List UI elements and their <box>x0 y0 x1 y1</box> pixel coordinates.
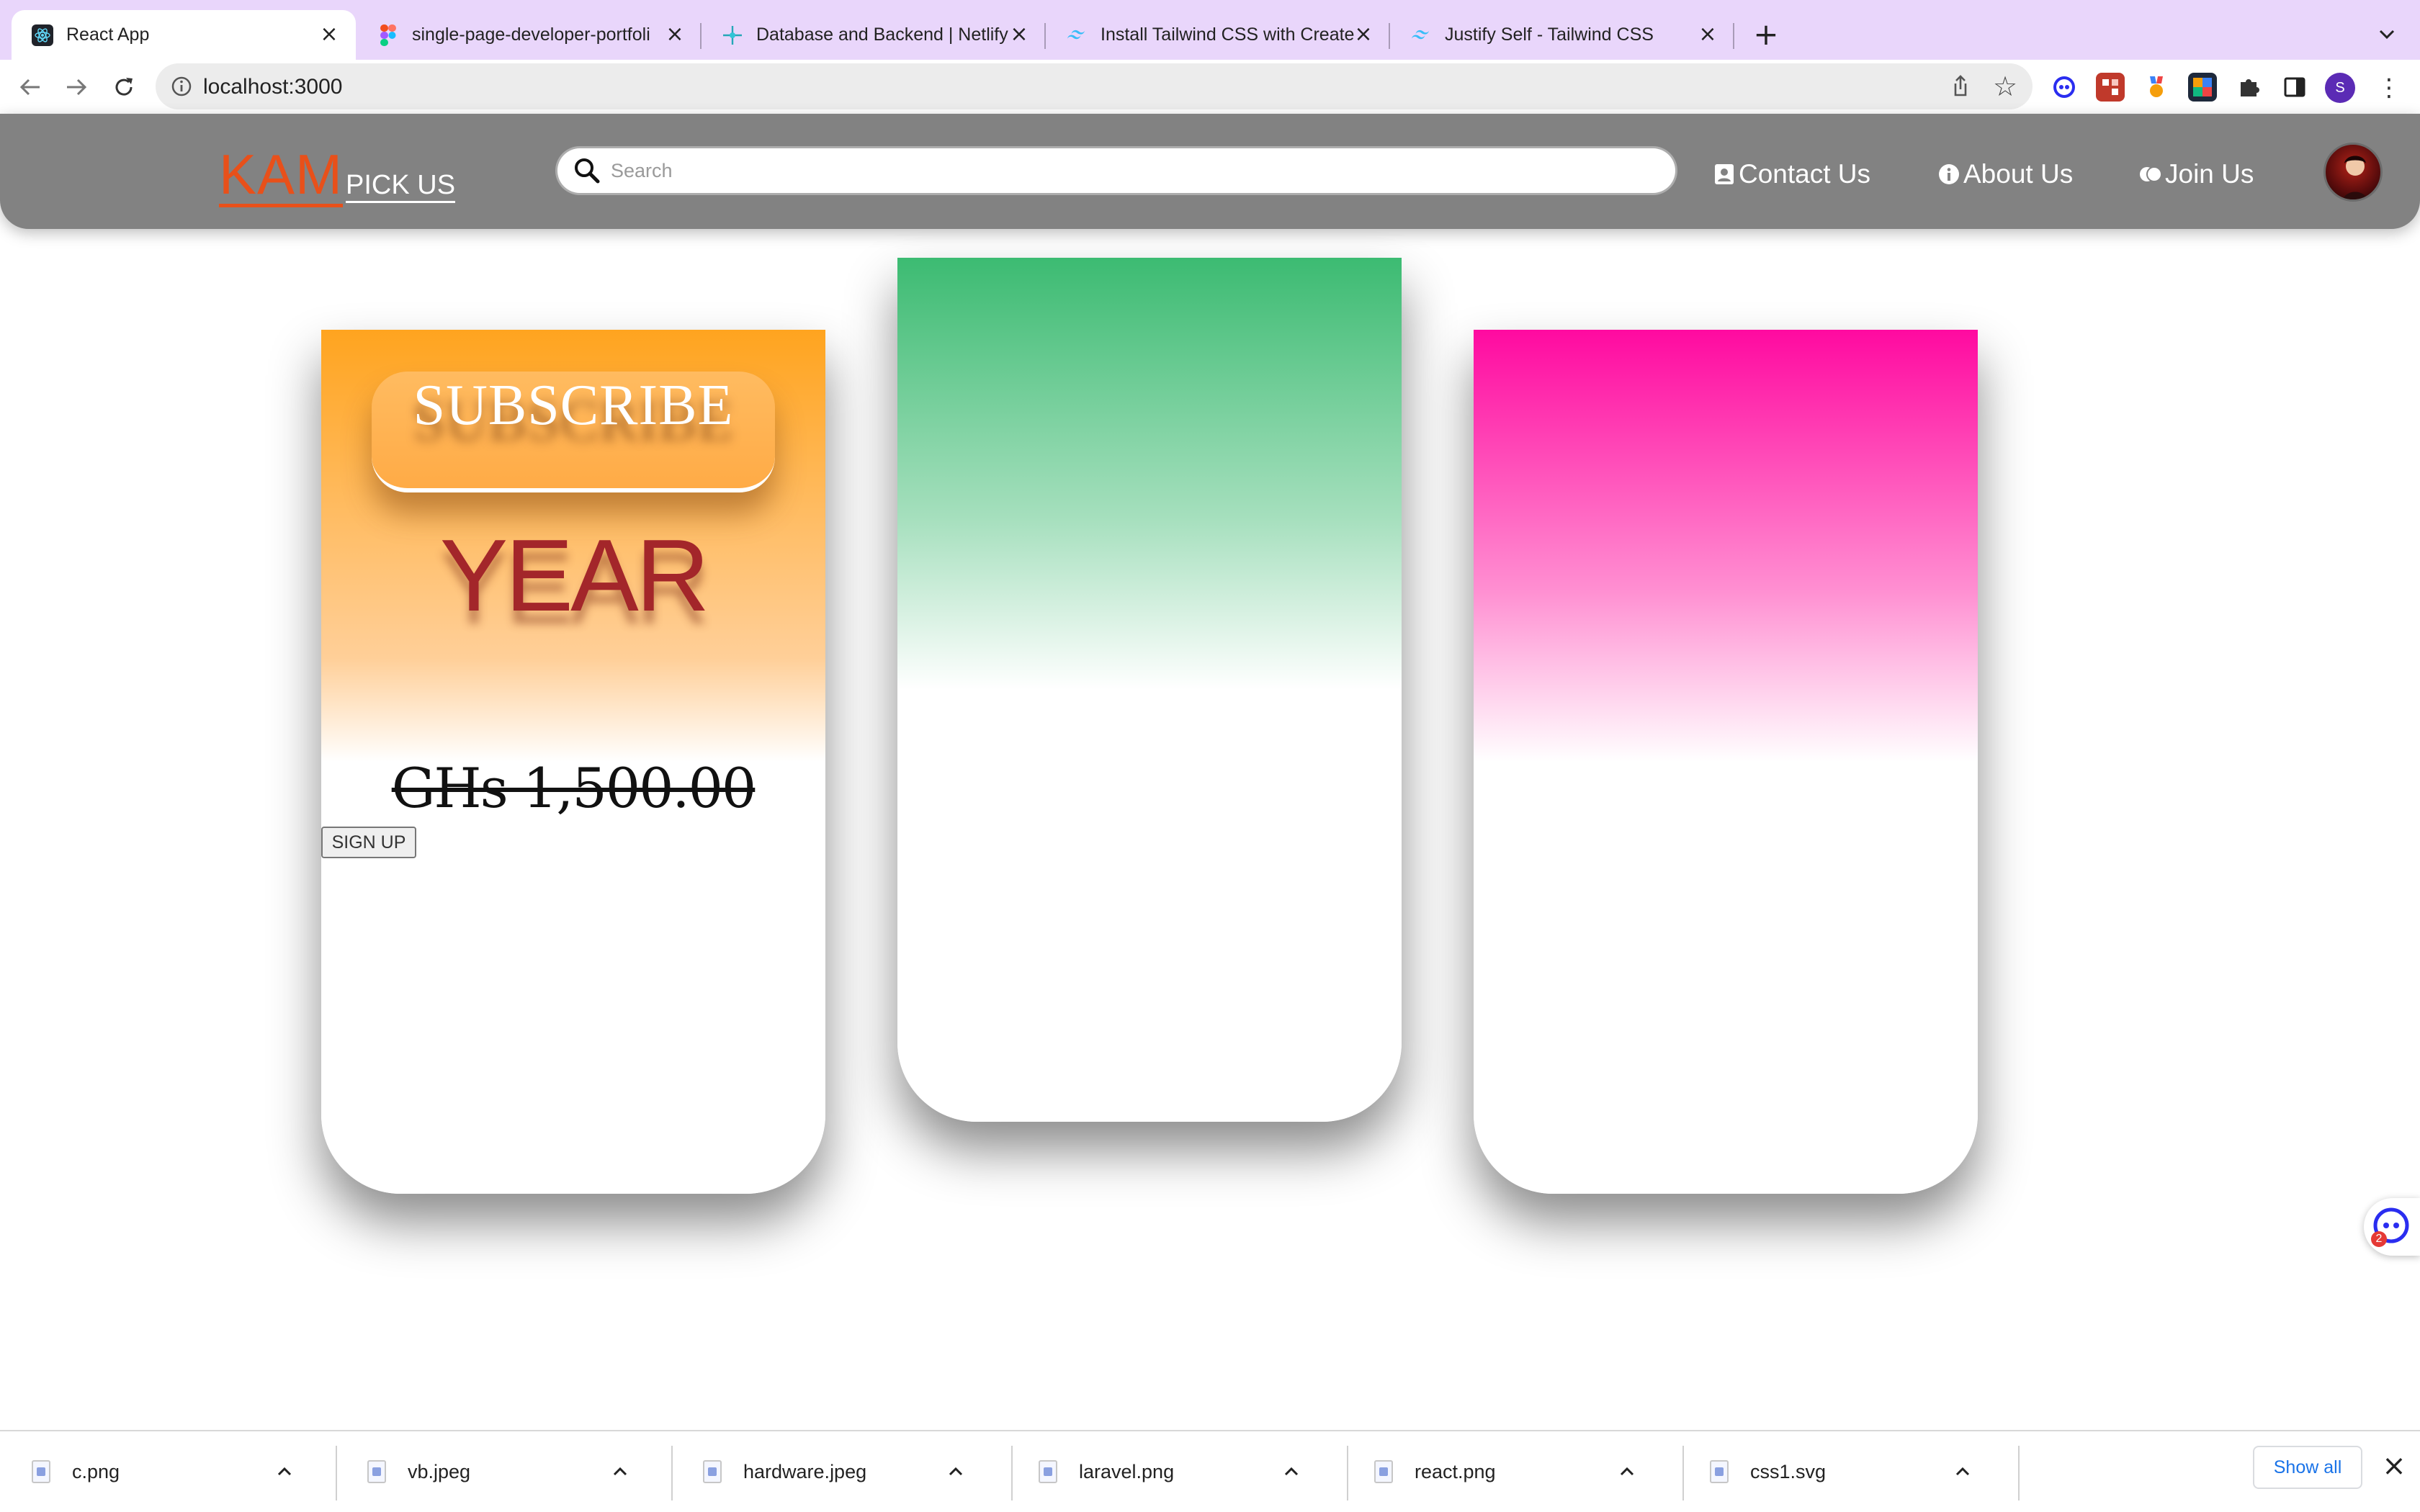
browser-toolbar: localhost:3000 ☆ S ⋮ <box>0 60 2420 114</box>
share-icon[interactable] <box>1948 73 1973 99</box>
chevron-up-icon[interactable] <box>1616 1461 1638 1482</box>
download-item[interactable]: hardware.jpeg <box>671 1443 967 1500</box>
tab-close-icon[interactable]: × <box>1008 24 1030 45</box>
browser-menu-icon[interactable]: ⋮ <box>2377 73 2401 103</box>
netlify-icon <box>722 24 743 46</box>
nav-label: Contact Us <box>1739 159 1871 189</box>
floating-assistant-button[interactable]: 2 <box>2364 1198 2420 1256</box>
tab-close-icon[interactable]: × <box>1353 24 1374 45</box>
tab-close-icon[interactable]: × <box>1697 24 1718 45</box>
assistant-badge: 2 <box>2371 1231 2387 1247</box>
file-icon <box>32 1460 50 1483</box>
extension-red-icon[interactable] <box>2096 73 2125 102</box>
file-icon <box>1374 1460 1393 1483</box>
chevron-up-icon[interactable] <box>274 1461 295 1482</box>
nav-label: Join Us <box>2165 159 2254 189</box>
tab-search-chevron-icon[interactable] <box>2374 22 2400 48</box>
forward-arrow-icon <box>67 78 87 96</box>
download-item[interactable]: laravel.png <box>1007 1443 1302 1500</box>
search-input[interactable] <box>611 157 1655 184</box>
info-icon <box>1937 163 1960 186</box>
site-logo[interactable]: KAM PICK US <box>219 143 456 207</box>
tab-close-icon[interactable]: × <box>318 24 340 45</box>
download-item[interactable]: css1.svg <box>1678 1443 1973 1500</box>
file-icon <box>1039 1460 1057 1483</box>
tab-tailwind-install[interactable]: Install Tailwind CSS with Create × <box>1046 10 1390 60</box>
download-filename: c.png <box>72 1460 120 1482</box>
tab-title: Database and Backend | Netlify <box>756 24 1008 45</box>
download-separator <box>2018 1446 2020 1500</box>
chevron-up-icon[interactable] <box>609 1461 631 1482</box>
browser-tab-strip: React App × single-page-developer-portfo… <box>0 0 2420 60</box>
profile-avatar[interactable]: S <box>2325 73 2355 103</box>
download-filename: css1.svg <box>1750 1460 1827 1482</box>
close-shelf-icon[interactable]: × <box>2381 1449 2407 1483</box>
logo-main-text: KAM <box>219 143 344 207</box>
react-icon <box>32 24 53 46</box>
new-tab-button[interactable]: + <box>1750 19 1782 50</box>
tab-netlify[interactable]: Database and Backend | Netlify × <box>702 10 1046 60</box>
file-icon <box>367 1460 386 1483</box>
download-item[interactable]: c.png <box>0 1443 295 1500</box>
user-avatar[interactable] <box>2323 143 2383 202</box>
address-bar[interactable]: localhost:3000 ☆ <box>156 63 2033 109</box>
logo-sub-text: PICK US <box>346 169 456 203</box>
site-header: KAM PICK US Contact Us About Us Join Us <box>0 114 2420 229</box>
plan-period: YEAR <box>439 518 710 633</box>
sign-up-button[interactable]: SIGN UP <box>321 827 416 858</box>
chevron-up-icon[interactable] <box>1281 1461 1302 1482</box>
extensions-puzzle-icon[interactable] <box>2234 73 2263 102</box>
nav-join-us[interactable]: Join Us <box>2139 158 2254 190</box>
nav-label: About Us <box>1963 159 2074 189</box>
download-item[interactable]: react.png <box>1343 1443 1638 1500</box>
reload-button[interactable] <box>107 70 141 104</box>
tab-figma-portfolio[interactable]: single-page-developer-portfoli × <box>357 10 702 60</box>
extension-medal-icon[interactable] <box>2142 73 2171 102</box>
side-panel-icon[interactable] <box>2280 73 2309 102</box>
download-filename: react.png <box>1415 1460 1496 1482</box>
chevron-up-icon[interactable] <box>945 1461 967 1482</box>
site-info-icon[interactable] <box>170 75 193 98</box>
downloads-shelf: c.png vb.jpeg hardware.jpeg laravel.png … <box>0 1430 2420 1512</box>
subscribe-text: SUBSCRIBE <box>413 374 734 437</box>
extension-colorful-icon[interactable] <box>2188 73 2217 102</box>
search-icon <box>575 158 600 184</box>
forward-button[interactable] <box>59 70 94 104</box>
show-all-downloads-button[interactable]: Show all <box>2253 1446 2362 1489</box>
tab-title: single-page-developer-portfoli <box>412 24 650 45</box>
download-filename: hardware.jpeg <box>743 1460 867 1482</box>
chevron-up-icon[interactable] <box>1952 1461 1973 1482</box>
tab-tailwind-justify[interactable]: Justify Self - Tailwind CSS × <box>1390 10 1734 60</box>
join-icon <box>2139 163 2162 186</box>
download-item[interactable]: vb.jpeg <box>336 1443 631 1500</box>
tailwind-icon <box>1410 24 1432 46</box>
address-url[interactable]: localhost:3000 <box>203 75 342 99</box>
download-filename: vb.jpeg <box>408 1460 471 1482</box>
file-icon <box>703 1460 722 1483</box>
tab-close-icon[interactable]: × <box>664 24 686 45</box>
pricing-card-pink <box>1474 330 1978 1194</box>
back-arrow-icon <box>19 78 40 96</box>
tab-separator <box>1733 23 1734 49</box>
figma-icon <box>377 24 399 46</box>
plan-price: GHs 1,500.00 <box>391 756 757 820</box>
pricing-card-year: SUBSCRIBE YEAR GHs 1,500.00 SIGN UP <box>321 330 825 1194</box>
tab-title: Justify Self - Tailwind CSS <box>1445 24 1654 45</box>
tab-title: React App <box>66 24 150 45</box>
nav-contact-us[interactable]: Contact Us <box>1713 158 1870 190</box>
tailwind-icon <box>1066 24 1088 46</box>
search-bar[interactable] <box>557 148 1675 193</box>
reload-icon <box>115 78 133 96</box>
tab-react-app[interactable]: React App × <box>12 10 356 60</box>
nav-about-us[interactable]: About Us <box>1937 158 2073 190</box>
subscribe-badge: SUBSCRIBE <box>372 372 775 492</box>
bookmark-star-icon[interactable]: ☆ <box>1991 72 2020 101</box>
pricing-card-green <box>897 258 1402 1122</box>
file-icon <box>1710 1460 1729 1483</box>
contact-card-icon <box>1713 163 1736 186</box>
extension-helper-icon[interactable] <box>2050 73 2079 102</box>
back-button[interactable] <box>13 70 48 104</box>
tab-title: Install Tailwind CSS with Create <box>1101 24 1355 45</box>
download-filename: laravel.png <box>1079 1460 1175 1482</box>
